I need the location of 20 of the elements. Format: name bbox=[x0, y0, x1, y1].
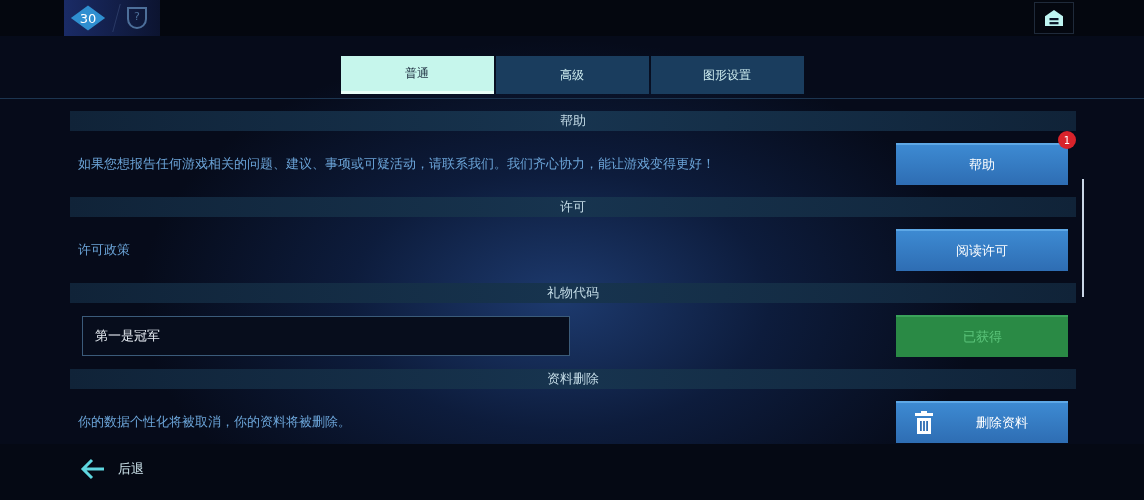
section-title: 许可 bbox=[560, 198, 586, 216]
gift-code-field[interactable]: 第一是冠军 bbox=[82, 316, 570, 356]
tab[interactable]: 普通 bbox=[340, 56, 494, 94]
back-button[interactable]: 后退 bbox=[80, 458, 144, 480]
back-arrow-icon bbox=[80, 458, 106, 480]
description-text: 如果您想报告任何游戏相关的问题、建议、事项或可疑活动，请联系我们。我们齐心协力，能让游戏变得更好！ bbox=[78, 155, 715, 173]
description-text: 许可政策 bbox=[78, 241, 130, 259]
trash-icon bbox=[914, 411, 934, 435]
description-text: 你的数据个性化将被取消，你的资料将被删除。 bbox=[78, 413, 351, 431]
action-button[interactable]: 阅读许可 bbox=[896, 229, 1068, 271]
tab[interactable]: 图形设置 bbox=[650, 56, 804, 94]
delete-button[interactable]: 删除资料 bbox=[896, 401, 1068, 443]
level-badge: 30 bbox=[70, 4, 106, 32]
section-title: 帮助 bbox=[560, 112, 586, 130]
home-icon[interactable] bbox=[1043, 9, 1065, 27]
section-title: 礼物代码 bbox=[547, 284, 599, 302]
tab[interactable]: 高级 bbox=[495, 56, 649, 94]
notification-badge: 1 bbox=[1058, 131, 1076, 149]
action-button[interactable]: 帮助 bbox=[896, 143, 1068, 185]
section-title: 资料删除 bbox=[547, 370, 599, 388]
